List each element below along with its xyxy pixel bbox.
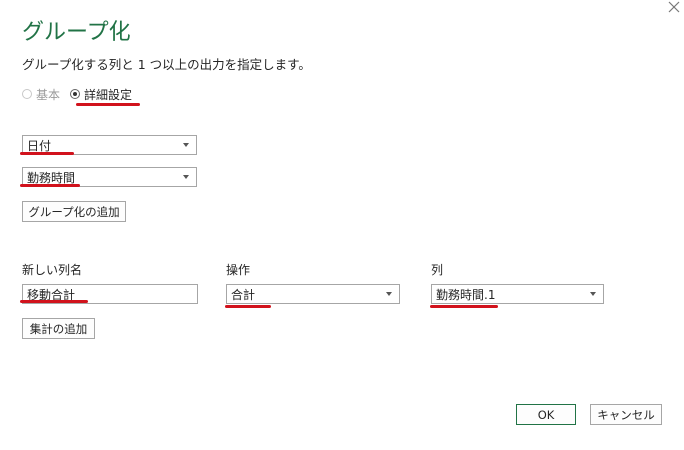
chevron-down-icon	[183, 143, 189, 147]
radio-basic-label: 基本	[36, 87, 61, 102]
annotation-underline	[430, 305, 498, 308]
groupby-select-1-value: 日付	[27, 138, 52, 153]
add-aggregation-button[interactable]: 集計の追加	[22, 318, 95, 339]
annotation-underline	[20, 152, 74, 155]
chevron-down-icon	[183, 175, 189, 179]
operation-select-value: 合計	[231, 287, 256, 302]
column-select[interactable]: 勤務時間.1	[431, 284, 604, 304]
add-grouping-button[interactable]: グループ化の追加	[22, 201, 126, 222]
radio-advanced-circle[interactable]	[70, 89, 81, 99]
new-column-header: 新しい列名	[22, 263, 83, 277]
dialog-description: グループ化する列と 1 つ以上の出力を指定します。	[22, 57, 311, 72]
radio-advanced[interactable]: 詳細設定	[70, 86, 132, 103]
annotation-underline	[20, 184, 80, 187]
close-button[interactable]	[667, 0, 681, 14]
radio-basic-circle[interactable]	[22, 89, 32, 99]
chevron-down-icon	[386, 292, 392, 296]
operation-select[interactable]: 合計	[226, 284, 400, 304]
radio-advanced-label: 詳細設定	[84, 87, 133, 102]
annotation-underline	[225, 305, 271, 308]
operation-header: 操作	[226, 263, 251, 277]
radio-basic[interactable]: 基本	[22, 86, 60, 103]
ok-button[interactable]: OK	[516, 404, 576, 425]
chevron-down-icon	[590, 292, 596, 296]
dialog-title: グループ化	[22, 20, 131, 45]
annotation-underline	[76, 103, 140, 106]
mode-radio-group: 基本 詳細設定	[22, 85, 142, 103]
annotation-underline	[20, 300, 88, 303]
close-icon	[668, 1, 680, 13]
column-header: 列	[431, 263, 444, 277]
groupby-select-2-value: 勤務時間	[27, 170, 76, 185]
column-select-value: 勤務時間.1	[436, 287, 496, 302]
cancel-button[interactable]: キャンセル	[590, 404, 662, 425]
